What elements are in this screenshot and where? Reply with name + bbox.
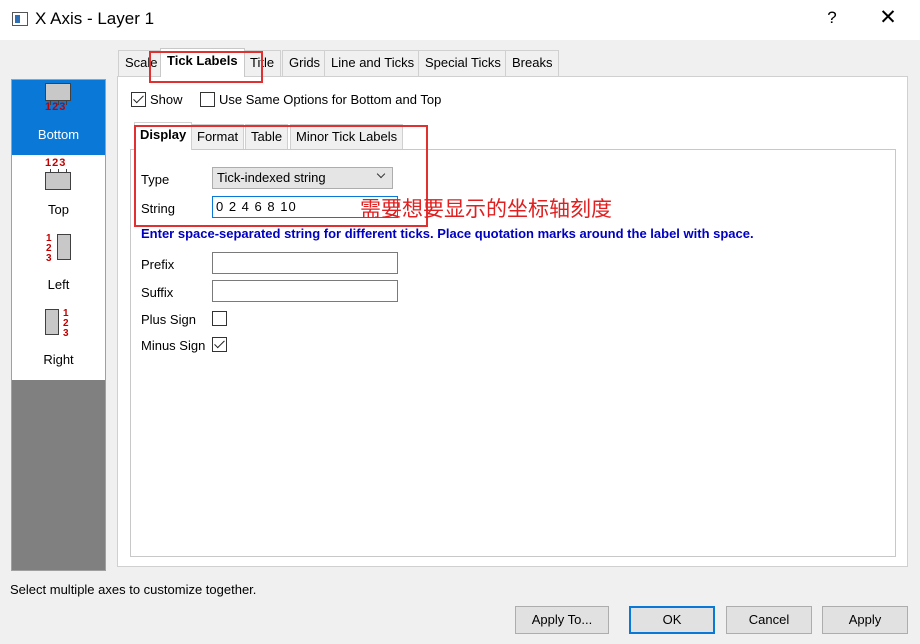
string-label: String: [141, 201, 175, 216]
axis-item-label: Right: [43, 352, 74, 367]
axis-list: 123 Bottom 123 Top 123 Left 123 Right: [11, 79, 106, 571]
axis-item-top[interactable]: 123 Top: [12, 155, 105, 230]
tab-title[interactable]: Title: [243, 50, 282, 76]
app-icon: [12, 12, 28, 26]
window-title: X Axis - Layer 1: [35, 9, 155, 28]
axis-numbers: 123: [46, 233, 52, 264]
tab-line-and-ticks[interactable]: Line and Ticks: [324, 50, 422, 76]
suffix-label: Suffix: [141, 285, 174, 300]
show-checkbox-label: Show: [150, 92, 183, 107]
axis-item-label: Top: [48, 202, 69, 217]
axis-numbers: 123: [45, 157, 67, 169]
tab-grids[interactable]: Grids: [282, 50, 328, 76]
axis-item-bottom[interactable]: 123 Bottom: [12, 80, 105, 155]
top-axis-icon: [45, 172, 71, 190]
tab-breaks[interactable]: Breaks: [505, 50, 560, 76]
bottom-axis-icon: [45, 83, 71, 101]
close-icon[interactable]: ✕: [878, 6, 898, 30]
right-axis-icon: [45, 309, 59, 335]
plus-sign-checkbox[interactable]: [212, 311, 227, 326]
minus-sign-label: Minus Sign: [141, 338, 206, 353]
apply-button[interactable]: Apply: [822, 606, 908, 634]
tab-scale[interactable]: Scale: [118, 50, 165, 76]
cancel-button[interactable]: Cancel: [726, 606, 812, 634]
chevron-down-icon: [376, 169, 386, 179]
string-hint: Enter space-separated string for differe…: [141, 226, 754, 241]
tab-tick-labels[interactable]: Tick Labels: [160, 48, 245, 77]
show-checkbox[interactable]: [131, 92, 146, 107]
axis-numbers: 123: [63, 308, 69, 339]
same-options-checkbox[interactable]: [200, 92, 215, 107]
type-select[interactable]: Tick-indexed string: [212, 167, 393, 189]
axis-numbers: 123: [45, 101, 67, 113]
suffix-input[interactable]: [212, 280, 398, 302]
axis-item-right[interactable]: 123 Right: [12, 305, 105, 380]
plus-sign-label: Plus Sign: [141, 312, 196, 327]
axis-item-left[interactable]: 123 Left: [12, 230, 105, 305]
tab-minor-tick-labels[interactable]: Minor Tick Labels: [290, 124, 404, 149]
tab-special-ticks[interactable]: Special Ticks: [418, 50, 508, 76]
type-select-value: Tick-indexed string: [217, 170, 326, 185]
tab-display[interactable]: Display: [134, 122, 193, 150]
same-options-checkbox-label: Use Same Options for Bottom and Top: [219, 92, 442, 107]
apply-to-button[interactable]: Apply To...: [515, 606, 609, 634]
type-label: Type: [141, 172, 170, 187]
ok-button[interactable]: OK: [629, 606, 715, 634]
left-axis-icon: [57, 234, 71, 260]
tab-table[interactable]: Table: [245, 124, 289, 149]
axis-item-label: Bottom: [37, 127, 80, 142]
axis-item-label: Left: [47, 277, 70, 292]
annotation-text: 需要想要显示的坐标轴刻度: [360, 197, 612, 221]
minus-sign-checkbox[interactable]: [212, 337, 227, 352]
help-button[interactable]: ?: [824, 8, 840, 28]
prefix-input[interactable]: [212, 252, 398, 274]
status-text: Select multiple axes to customize togeth…: [10, 582, 257, 597]
prefix-label: Prefix: [141, 257, 175, 272]
tab-format[interactable]: Format: [191, 124, 245, 149]
